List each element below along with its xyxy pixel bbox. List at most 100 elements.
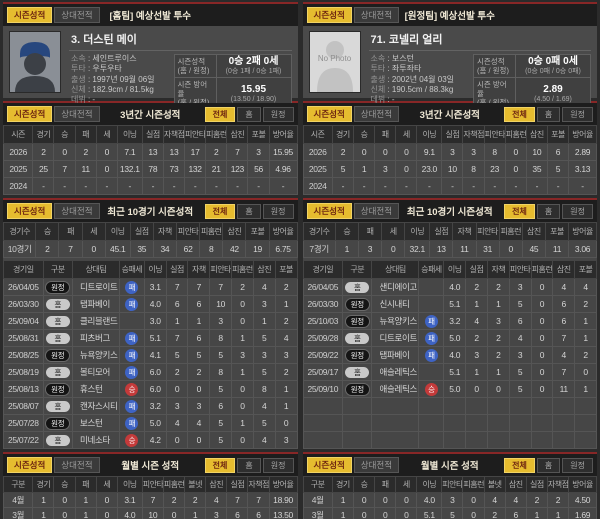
game-date-cell: [302, 414, 344, 432]
info-value: : 2002년 04월 03일: [385, 74, 455, 84]
game-log-row: 25/07/22 홈 미네소타 승 4.2 0 0 5 0 4 3: [3, 431, 298, 449]
three-year-stats-table: 시즌 경기 승 패 세 이닝 실점 자책점 피안타 피홈런 삼진 포볼 방어율 2026 2 0 0 0 9.1 3 3…: [302, 125, 598, 195]
tab-head-to-head[interactable]: 상대전적: [353, 457, 400, 473]
game-date-cell: 25/09/22: [302, 346, 344, 364]
stat-cell: 13.50: [268, 507, 298, 519]
stat-cell: 0: [352, 507, 376, 519]
tab-head-to-head[interactable]: 상대전적: [353, 106, 400, 122]
stat-cell: 6: [552, 295, 576, 313]
filter-all[interactable]: 전체: [504, 203, 535, 219]
column-header: 자책점: [247, 476, 270, 493]
location-cell: [342, 431, 373, 449]
location-badge: 원정: [344, 348, 370, 362]
player-info-row: 출생 : 1997년 09월 06일: [71, 75, 168, 85]
home-three-year-section: 시즌성적 상대전적 3년간 시즌성적 전체 홈 원정 시즌 경기 승 패 세 이닝 실점 자책점 피…: [2, 101, 298, 195]
column-header: 실점: [141, 125, 164, 144]
stat-cell: 0: [231, 431, 254, 449]
tab-head-to-head[interactable]: 상대전적: [353, 203, 400, 219]
stat-cell: 3월: [302, 507, 333, 519]
column-header: 승: [53, 476, 76, 493]
filter-home[interactable]: 홈: [536, 203, 561, 219]
location-badge: 홈: [45, 366, 70, 378]
stat-cell: 1: [331, 492, 354, 508]
location-cell: 홈: [42, 329, 73, 347]
stat-cell: 0: [95, 492, 118, 508]
stat-cell: [530, 431, 554, 449]
location-cell: 원정: [342, 346, 373, 364]
filter-away[interactable]: 원정: [262, 457, 294, 473]
player-info-row: 투타 : 우투우타: [71, 64, 168, 74]
result-badge: 패: [424, 314, 438, 328]
game-date-cell: 25/07/28: [3, 414, 44, 432]
column-header: 피안타: [441, 476, 464, 493]
stat-cell: -: [395, 177, 418, 195]
stat-cell: 1: [274, 295, 298, 313]
season-summary-box: 시즌성적 (홈 / 원정) 0승 0패 0세 (0승 0패 / 0승 0패) 시즌 방어…: [473, 54, 591, 110]
stat-cell: [574, 431, 597, 449]
tab-head-to-head[interactable]: 상대전적: [353, 7, 400, 23]
filter-all[interactable]: 전체: [504, 457, 535, 473]
stat-cell: [552, 431, 576, 449]
filter-all[interactable]: 전체: [204, 203, 236, 219]
stat-cell: 4: [205, 492, 228, 508]
game-date-cell: 25/08/31: [3, 329, 44, 347]
tab-season-stats[interactable]: 시즌성적: [7, 457, 53, 473]
panels-wrap: 시즌성적 상대전적 [홈팀] 예상선발 투수 3. 더스틴 메이 소속: 세인…: [0, 0, 600, 519]
stat-cell: 4: [552, 346, 576, 364]
filter-away[interactable]: 원정: [562, 106, 593, 122]
filter-all[interactable]: 전체: [504, 106, 535, 122]
stat-cell: 1: [74, 507, 97, 519]
summary-label-main: 시즌성적: [477, 57, 505, 66]
filter-away[interactable]: 원정: [262, 203, 294, 219]
column-header: 자책점: [162, 125, 186, 144]
filter-home[interactable]: 홈: [237, 457, 261, 473]
stat-cell: 4: [187, 414, 211, 432]
stat-cell: 11: [552, 380, 576, 398]
tab-season-stats[interactable]: 시즌성적: [306, 106, 352, 122]
stat-cell: 2: [486, 278, 510, 296]
tab-head-to-head[interactable]: 상대전적: [54, 106, 100, 122]
tab-season-stats[interactable]: 시즌성적: [306, 7, 352, 23]
tab-head-to-head[interactable]: 상대전적: [54, 203, 100, 219]
stat-cell: 0: [530, 380, 554, 398]
filter-all[interactable]: 전체: [204, 106, 236, 122]
stat-cell: 0: [504, 143, 527, 161]
filter-home[interactable]: 홈: [536, 106, 561, 122]
filter-away[interactable]: 원정: [562, 203, 593, 219]
tab-head-to-head[interactable]: 상대전적: [54, 457, 100, 473]
column-header: 피홈런: [504, 125, 527, 144]
filter-home[interactable]: 홈: [536, 457, 561, 473]
stat-cell: 1: [574, 312, 597, 330]
tab-season-stats[interactable]: 시즌성적: [306, 203, 352, 219]
stat-cell: 10: [141, 507, 164, 519]
filter-buttons: 전체 홈 원정: [204, 106, 294, 122]
filter-home[interactable]: 홈: [237, 106, 261, 122]
stat-cell: 1: [252, 312, 276, 330]
stat-cell: 0: [231, 295, 254, 313]
info-label: 소속: [370, 54, 386, 63]
stat-cell: 5: [209, 431, 233, 449]
tab-season-stats[interactable]: 시즌성적: [7, 203, 53, 219]
stat-cell: 2025: [302, 160, 333, 178]
stat-cell: 5: [546, 160, 570, 178]
stat-cell: 5: [331, 160, 354, 178]
stat-cell: 2: [205, 143, 228, 161]
tab-head-to-head[interactable]: 상대전적: [54, 7, 100, 23]
stat-cell: 2: [231, 278, 254, 296]
game-log-row: [302, 431, 597, 449]
opponent-cell: [371, 397, 420, 415]
filter-away[interactable]: 원정: [562, 457, 593, 473]
stat-cell: 3: [441, 492, 464, 508]
tab-season-stats[interactable]: 시즌성적: [306, 457, 352, 473]
game-log-row: 25/09/22 원정 탬파베이 패 4.0 3 2 3 0 4 2: [302, 346, 597, 364]
filter-away[interactable]: 원정: [262, 106, 294, 122]
filter-home[interactable]: 홈: [237, 203, 261, 219]
opponent-cell: 볼티모어: [71, 363, 120, 381]
opponent-cell: 피츠버그: [71, 329, 120, 347]
tab-season-stats[interactable]: 시즌성적: [7, 7, 53, 23]
location-cell: [342, 414, 373, 432]
tab-season-stats[interactable]: 시즌성적: [7, 106, 53, 122]
filter-all[interactable]: 전체: [204, 457, 236, 473]
pitcher-comparison-page: { "tabs": { "season": "시즌성적", "h2h": "상대…: [0, 0, 600, 519]
result-cell: 패: [118, 278, 145, 296]
